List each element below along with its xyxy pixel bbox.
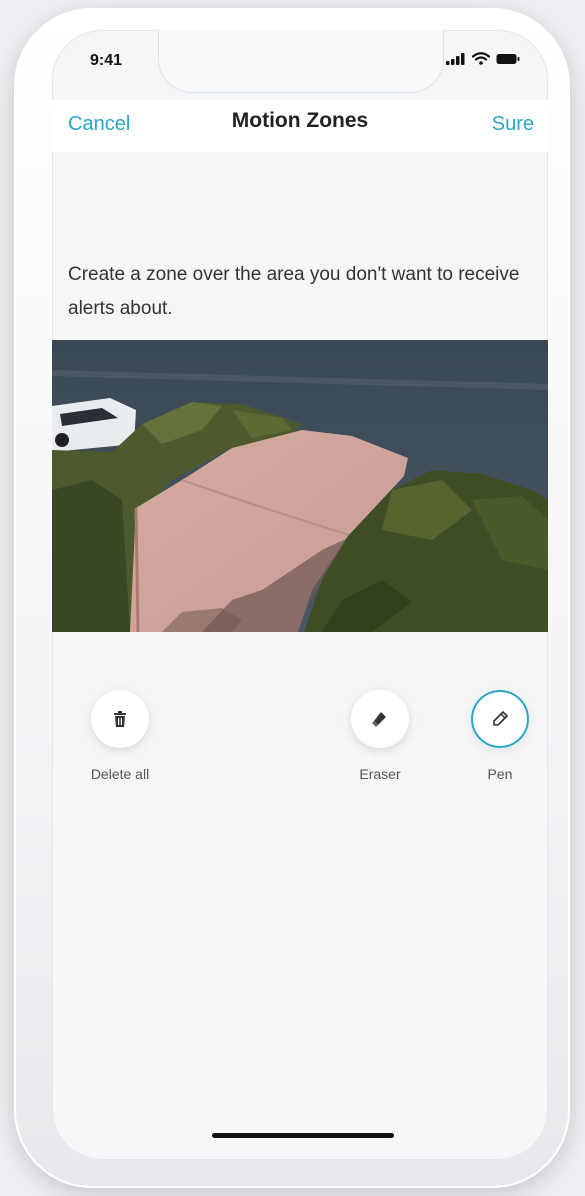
drawing-tools: Delete all Eraser Pen (52, 690, 548, 810)
instruction-text: Create a zone over the area you don't wa… (68, 264, 520, 319)
tool-eraser: Eraser (340, 690, 420, 782)
navigation-bar: Cancel Motion Zones Sure (52, 100, 548, 152)
page-title: Motion Zones (231, 109, 369, 132)
trash-icon (114, 711, 126, 727)
cellular-signal-icon (446, 53, 465, 65)
tool-label: Delete all (90, 766, 150, 782)
status-icons (446, 52, 520, 65)
status-time: 9:41 (90, 52, 123, 69)
pen-icon (493, 711, 508, 726)
camera-preview[interactable] (52, 340, 548, 632)
wifi-icon (472, 52, 490, 65)
device-notch (158, 30, 444, 93)
battery-icon (496, 54, 520, 64)
app-screen: 9:41 Cancel Motion Zones Sure Create a z… (52, 30, 548, 1160)
camera-frame-image (52, 340, 548, 632)
sure-button[interactable]: Sure (492, 113, 534, 136)
tool-pen: Pen (460, 690, 540, 782)
delete-all-button[interactable] (91, 690, 149, 748)
tool-label: Pen (487, 766, 513, 782)
tool-label: Eraser (359, 766, 401, 782)
home-indicator[interactable] (212, 1133, 394, 1138)
pen-button[interactable] (471, 690, 529, 748)
eraser-icon (372, 712, 386, 727)
tool-delete-all: Delete all (80, 690, 160, 782)
eraser-button[interactable] (351, 690, 409, 748)
